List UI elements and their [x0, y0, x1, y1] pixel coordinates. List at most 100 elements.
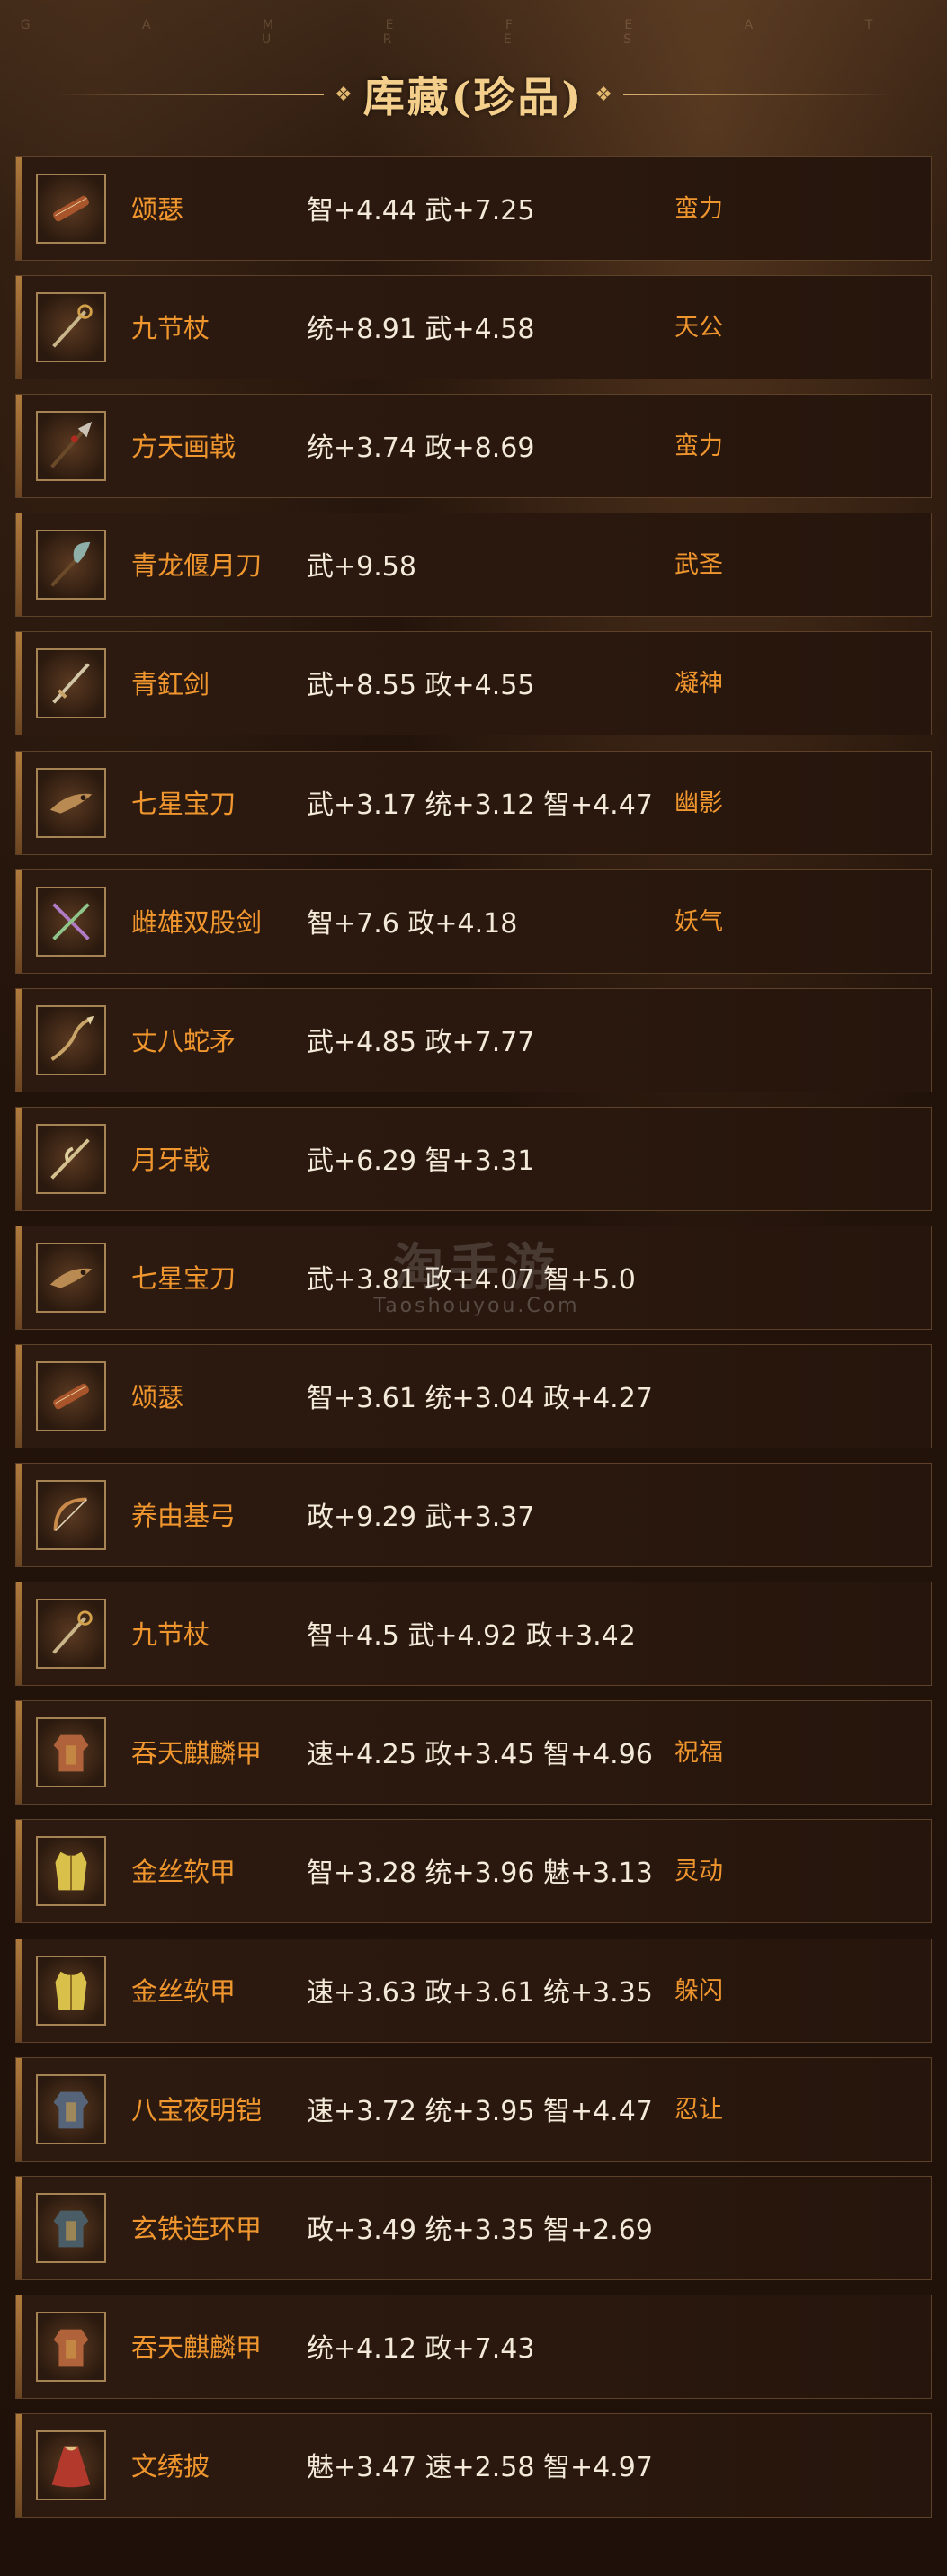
treasure-row[interactable]: 文绣披 魅+3.47 速+2.58 智+4.97 — [15, 2412, 932, 2518]
item-name: 吞天麒麟甲 — [131, 2331, 263, 2363]
item-trait: 灵动 — [675, 1858, 723, 1886]
treasure-row[interactable]: 七星宝刀 武+3.81 政+4.07 智+5.0 — [15, 1225, 932, 1330]
treasure-row[interactable]: 丈八蛇矛 武+4.85 政+7.77 — [15, 987, 932, 1092]
treasure-row[interactable]: 颂瑟 智+4.44 武+7.25 蛮力 — [15, 156, 932, 261]
treasure-row[interactable]: 金丝软甲 速+3.63 政+3.61 统+3.35 躲闪 — [15, 1938, 932, 2043]
header-subtitle: G A M E F E A T U R E S — [20, 18, 927, 47]
treasure-row[interactable]: 九节杖 统+8.91 武+4.58 天公 — [15, 275, 932, 380]
treasure-row[interactable]: 养由基弓 政+9.29 武+3.37 — [15, 1463, 932, 1568]
item-stats: 智+4.44 武+7.25 — [307, 195, 535, 227]
treasure-row[interactable]: 青龙偃月刀 武+9.58 武圣 — [15, 513, 932, 618]
item-name: 月牙戟 — [131, 1144, 210, 1175]
item-trait: 妖气 — [675, 907, 723, 936]
item-name: 方天画戟 — [131, 432, 237, 463]
item-name: 吞天麒麟甲 — [131, 1738, 263, 1769]
row-accent — [16, 2176, 22, 2279]
item-stats: 武+3.17 统+3.12 智+4.47 — [307, 789, 653, 821]
item-stats: 智+3.61 统+3.04 政+4.27 — [307, 1383, 653, 1414]
item-name: 七星宝刀 — [131, 1262, 237, 1294]
item-name: 丈八蛇矛 — [131, 1025, 237, 1056]
item-trait: 武圣 — [675, 551, 723, 580]
item-name: 七星宝刀 — [131, 788, 237, 819]
bow-icon — [36, 1480, 106, 1551]
row-accent — [16, 1226, 22, 1329]
row-accent — [16, 2413, 22, 2517]
item-trait: 幽影 — [675, 789, 723, 817]
row-accent — [16, 988, 22, 1092]
item-stats: 政+3.49 统+3.35 智+2.69 — [307, 2214, 653, 2246]
item-stats: 智+3.28 统+3.96 魅+3.13 — [307, 1858, 653, 1890]
cloak-icon — [36, 2429, 106, 2500]
item-stats: 武+6.29 智+3.31 — [307, 1145, 535, 1177]
glaive-icon — [36, 530, 106, 601]
row-accent — [16, 2295, 22, 2398]
row-accent — [16, 513, 22, 617]
crescent-halberd-icon — [36, 1123, 106, 1194]
row-accent — [16, 1345, 22, 1448]
row-accent — [16, 869, 22, 973]
item-trait: 忍让 — [675, 2095, 723, 2124]
ornament-left-icon: ❖ — [335, 83, 353, 106]
item-name: 青龙偃月刀 — [131, 550, 263, 582]
treasure-row[interactable]: 方天画戟 统+3.74 政+8.69 蛮力 — [15, 394, 932, 499]
item-stats: 速+4.25 政+3.45 智+4.96 — [307, 1739, 653, 1771]
treasure-row[interactable]: 九节杖 智+4.5 武+4.92 政+3.42 — [15, 1582, 932, 1687]
item-trait: 躲闪 — [675, 1976, 723, 2005]
item-trait: 凝神 — [675, 670, 723, 699]
treasure-row[interactable]: 七星宝刀 武+3.17 统+3.12 智+4.47 幽影 — [15, 750, 932, 855]
armor-icon — [36, 1717, 106, 1788]
treasure-row[interactable]: 吞天麒麟甲 速+4.25 政+3.45 智+4.96 祝福 — [15, 1700, 932, 1805]
instrument-icon — [36, 174, 106, 244]
treasure-row[interactable]: 玄铁连环甲 政+3.49 统+3.35 智+2.69 — [15, 2175, 932, 2280]
item-stats: 武+3.81 政+4.07 智+5.0 — [307, 1263, 636, 1296]
row-accent — [16, 1582, 22, 1686]
row-accent — [16, 1701, 22, 1805]
row-accent — [16, 395, 22, 498]
vest-icon — [36, 1836, 106, 1907]
item-stats: 魅+3.47 速+2.58 智+4.97 — [307, 2451, 653, 2483]
item-stats: 速+3.72 统+3.95 智+4.47 — [307, 2095, 653, 2127]
dragon-blade-icon — [36, 767, 106, 838]
item-trait: 蛮力 — [675, 432, 723, 461]
treasure-row[interactable]: 月牙戟 武+6.29 智+3.31 — [15, 1106, 932, 1211]
item-name: 九节杖 — [131, 1619, 210, 1651]
item-name: 金丝软甲 — [131, 1857, 237, 1888]
item-trait: 蛮力 — [675, 195, 723, 223]
item-stats: 智+7.6 政+4.18 — [307, 907, 518, 940]
item-stats: 武+8.55 政+4.55 — [307, 670, 535, 702]
treasure-row[interactable]: 金丝软甲 智+3.28 统+3.96 魅+3.13 灵动 — [15, 1819, 932, 1924]
treasure-row[interactable]: 八宝夜明铠 速+3.72 统+3.95 智+4.47 忍让 — [15, 2056, 932, 2162]
row-accent — [16, 751, 22, 854]
item-name: 青釭剑 — [131, 669, 210, 700]
row-accent — [16, 2057, 22, 2161]
treasure-row[interactable]: 吞天麒麟甲 统+4.12 政+7.43 — [15, 2294, 932, 2399]
staff-icon — [36, 1599, 106, 1670]
dragon-blade-icon — [36, 1242, 106, 1313]
treasure-row[interactable]: 青釭剑 武+8.55 政+4.55 凝神 — [15, 631, 932, 736]
header: G A M E F E A T U R E S ❖ 库藏(珍品) ❖ — [0, 0, 947, 144]
row-accent — [16, 1939, 22, 2042]
item-name: 八宝夜明铠 — [131, 2094, 263, 2126]
halberd-icon — [36, 411, 106, 482]
armor-icon — [36, 2311, 106, 2382]
item-name: 金丝软甲 — [131, 1975, 237, 2007]
armor-icon — [36, 2192, 106, 2263]
vest-icon — [36, 1955, 106, 2026]
instrument-icon — [36, 1361, 106, 1431]
title-banner: ❖ 库藏(珍品) ❖ — [0, 63, 947, 126]
item-name: 文绣披 — [131, 2450, 210, 2482]
sword-icon — [36, 648, 106, 719]
item-stats: 武+9.58 — [307, 551, 416, 584]
item-name: 颂瑟 — [131, 194, 184, 225]
item-trait: 天公 — [675, 314, 723, 343]
treasure-row[interactable]: 雌雄双股剑 智+7.6 政+4.18 妖气 — [15, 869, 932, 974]
row-accent — [16, 276, 22, 379]
ornament-right-icon: ❖ — [594, 83, 612, 106]
item-name: 雌雄双股剑 — [131, 906, 263, 938]
item-name: 九节杖 — [131, 313, 210, 344]
title-divider-left — [54, 94, 324, 95]
item-stats: 政+9.29 武+3.37 — [307, 1502, 535, 1534]
treasure-row[interactable]: 颂瑟 智+3.61 统+3.04 政+4.27 — [15, 1344, 932, 1448]
row-accent — [16, 632, 22, 735]
item-name: 玄铁连环甲 — [131, 2213, 263, 2244]
